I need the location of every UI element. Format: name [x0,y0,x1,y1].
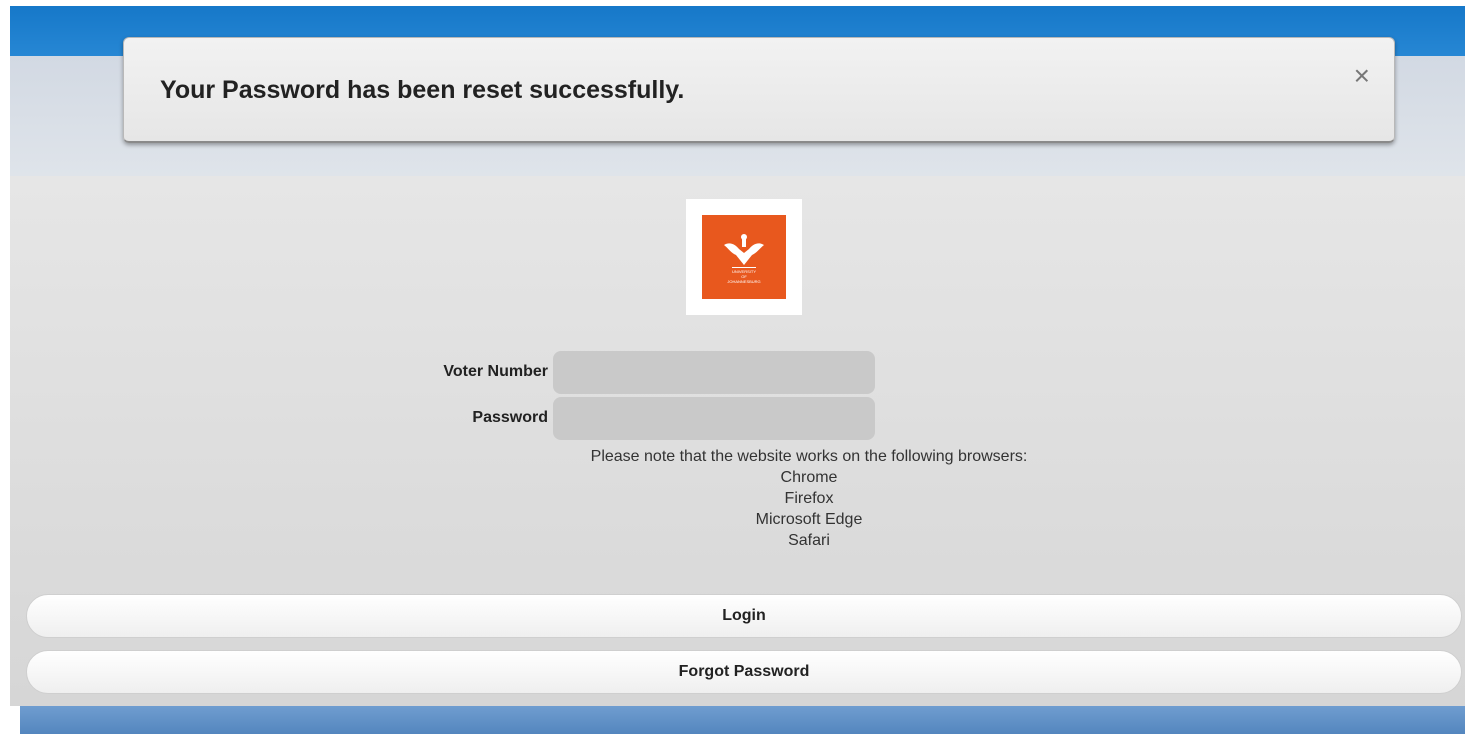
close-icon[interactable]: × [1354,62,1370,90]
success-notification: Your Password has been reset successfull… [123,37,1395,143]
notification-message: Your Password has been reset successfull… [160,76,685,104]
browser-note-intro: Please note that the website works on th… [590,448,1028,465]
browser-item-edge: Microsoft Edge [755,511,863,528]
crest-icon [724,234,764,268]
login-button[interactable]: Login [26,594,1462,638]
forgot-password-button[interactable]: Forgot Password [26,650,1462,694]
password-input[interactable] [553,397,875,440]
browser-item-chrome: Chrome [780,469,838,486]
logo-emblem: UNIVERSITY OF JOHANNESBURG [702,215,786,299]
voter-number-label: Voter Number [443,363,548,380]
browser-item-firefox: Firefox [784,490,834,507]
logo-text-johannesburg: JOHANNESBURG [727,279,761,284]
university-logo: UNIVERSITY OF JOHANNESBURG [686,199,802,315]
voter-number-input[interactable] [553,351,875,394]
password-label: Password [472,409,548,426]
footer-bar [20,706,1465,734]
browser-item-safari: Safari [788,532,830,549]
browser-note: Please note that the website works on th… [553,446,1065,551]
